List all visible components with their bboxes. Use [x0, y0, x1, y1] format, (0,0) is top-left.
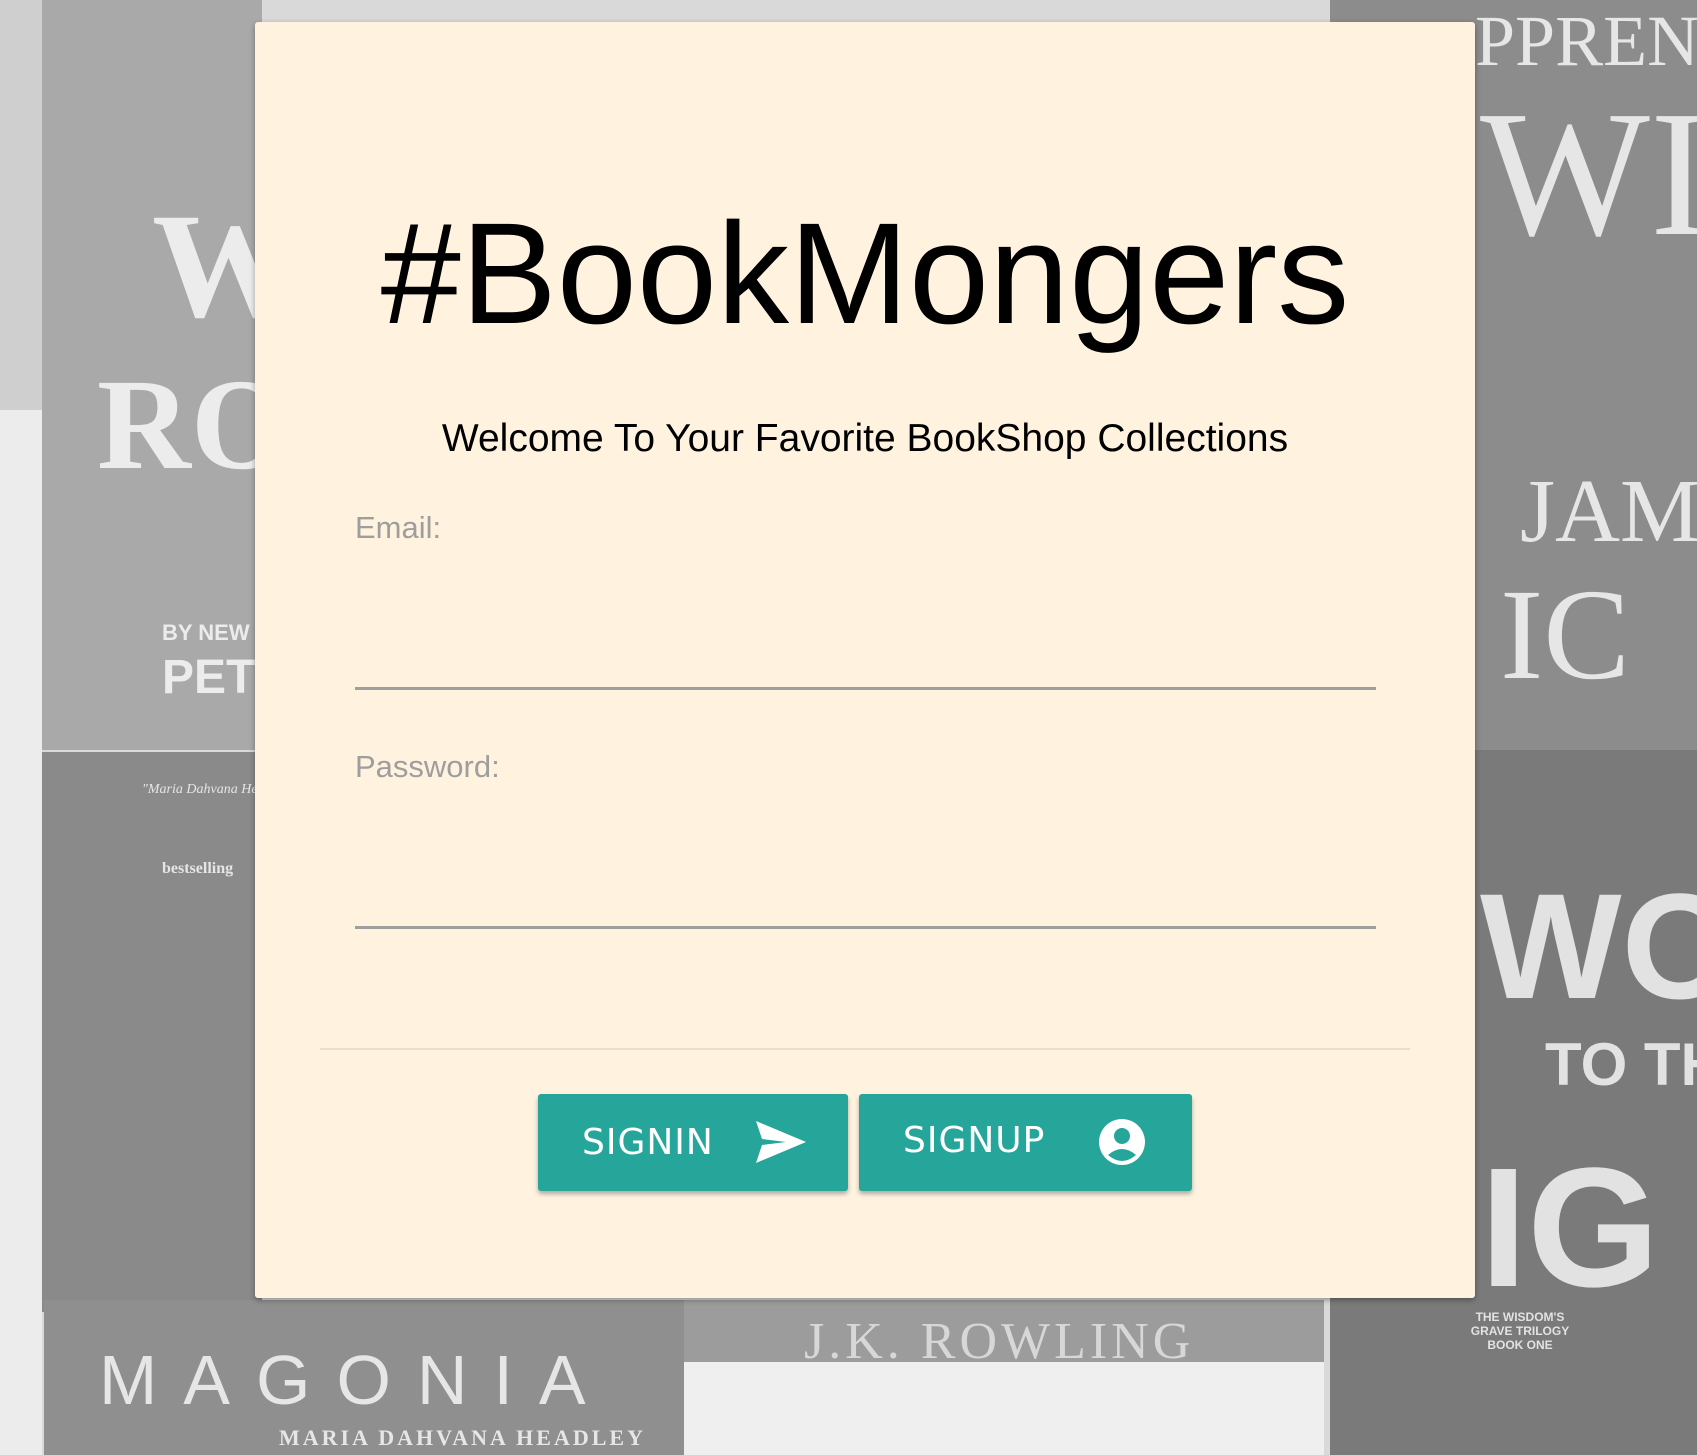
cover-blank — [684, 1362, 1324, 1455]
signin-button-label: SIGNIN — [582, 1122, 714, 1163]
send-icon — [756, 1121, 806, 1163]
password-label: Password: — [355, 749, 500, 784]
cover-rowling: J.K. ROWLING — [684, 1300, 1324, 1362]
cover-text: MAGONIA — [99, 1341, 612, 1419]
email-label: Email: — [355, 510, 442, 545]
cover-text: PET — [162, 651, 256, 704]
cover-text: WO — [1480, 862, 1697, 1030]
account-circle-icon — [1099, 1119, 1145, 1165]
signup-button[interactable]: SIGNUP — [859, 1094, 1192, 1191]
cover-text: RO — [97, 353, 262, 497]
cover-text: "Maria Dahvana Headley — [142, 782, 262, 797]
cover-wild-robot: W RO BY NEW Y PET — [42, 0, 262, 750]
cover-edge-left-lower — [0, 410, 42, 1455]
cover-magonia: MAGONIA MARIA DAHVANA HEADLEY — [44, 1300, 684, 1455]
cover-text: bestselling — [162, 860, 234, 877]
cover-text: J.K. ROWLING — [804, 1313, 1195, 1362]
cover-text: WIT — [1480, 74, 1697, 273]
signin-button[interactable]: SIGNIN — [538, 1094, 848, 1191]
email-field[interactable] — [355, 627, 1376, 690]
cover-edge-left — [0, 0, 42, 410]
app-title: #BookMongers — [380, 193, 1350, 354]
cover-dark: "Maria Dahvana Headley bestselling — [42, 752, 262, 1312]
app-subtitle: Welcome To Your Favorite BookShop Collec… — [441, 417, 1289, 460]
cover-text: MARIA DAHVANA HEADLEY — [279, 1425, 646, 1450]
cover-text: THE WISDOM'S GRAVE TRILOGY BOOK ONE — [1470, 1310, 1570, 1352]
cover-text: BY NEW Y — [162, 620, 262, 645]
cover-text: JAM — [1520, 462, 1697, 561]
card-divider — [320, 1048, 1410, 1050]
signup-button-label: SIGNUP — [903, 1120, 1046, 1161]
login-card: #BookMongers Welcome To Your Favorite Bo… — [255, 22, 1475, 1298]
cover-text: IG — [1480, 1133, 1660, 1323]
cover-text: W — [152, 183, 262, 349]
password-field[interactable] — [355, 866, 1376, 929]
cover-text: TO TH — [1545, 1031, 1697, 1098]
cover-text: IC — [1500, 563, 1630, 707]
